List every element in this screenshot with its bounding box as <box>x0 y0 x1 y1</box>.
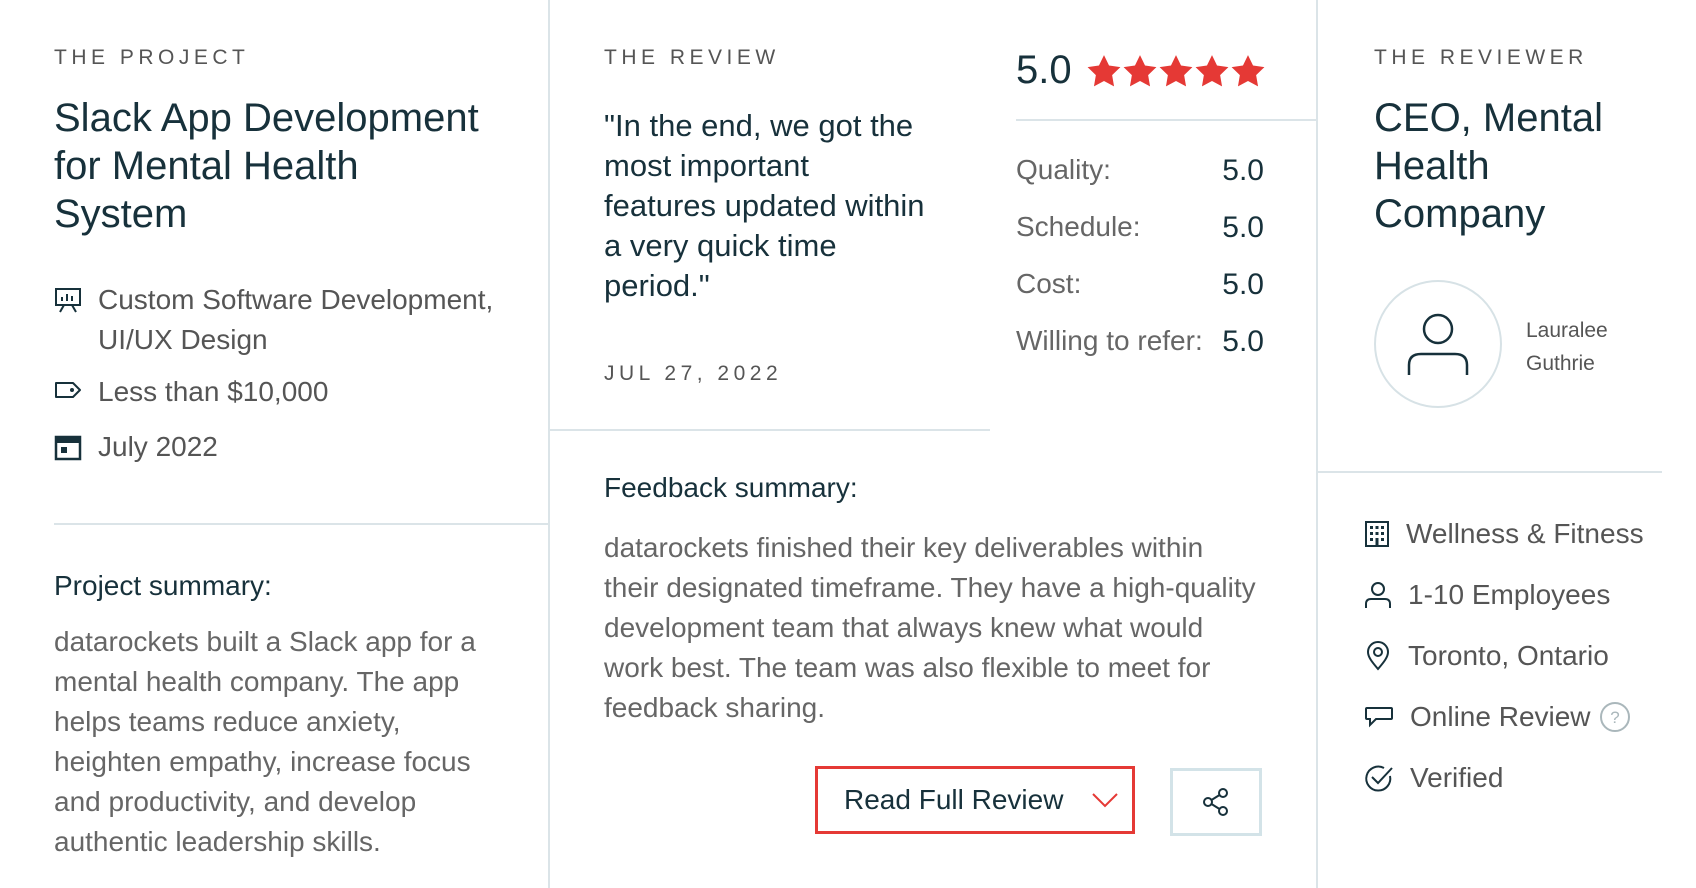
summary-line: heighten empathy, increase focus <box>54 746 471 777</box>
feedback-line: work best. The team was also flexible to… <box>604 652 1211 683</box>
divider-review-right <box>1016 119 1316 121</box>
quote-line: most important <box>604 148 810 183</box>
quote-line: period." <box>604 268 710 303</box>
share-button[interactable] <box>1170 768 1262 836</box>
chat-bubble-icon <box>1365 707 1393 728</box>
services-text: Custom Software Development, UI/UX Desig… <box>98 280 493 360</box>
star-icon <box>1159 54 1193 86</box>
star-icon <box>1195 54 1229 86</box>
presentation-icon <box>55 288 81 313</box>
person-avatar-icon <box>1407 313 1469 375</box>
reviewer-title-line: CEO, Mental <box>1374 96 1603 140</box>
summary-line: mental health company. The app <box>54 666 460 697</box>
project-eyebrow: THE PROJECT <box>54 46 250 69</box>
divider-vertical-2 <box>1316 0 1318 888</box>
avatar <box>1374 280 1502 408</box>
reviewer-name-line: Lauralee <box>1526 319 1608 342</box>
rating-value: 5.0 <box>1222 325 1264 358</box>
building-icon <box>1365 521 1389 547</box>
review-quote: "In the end, we got the most important f… <box>604 106 994 306</box>
summary-line: authentic leadership skills. <box>54 826 381 857</box>
overall-score: 5.0 <box>1016 48 1072 92</box>
svg-text:?: ? <box>1610 708 1619 727</box>
rating-quality: Quality: 5.0 <box>1016 154 1266 187</box>
industry-text: Wellness & Fitness <box>1406 518 1644 549</box>
reviewer-title-line: Company <box>1374 192 1546 236</box>
employees-text: 1-10 Employees <box>1408 579 1611 610</box>
reviewer-name: Lauralee Guthrie <box>1526 314 1608 380</box>
check-circle-icon <box>1365 765 1393 792</box>
feedback-line: development team that always knew what w… <box>604 612 1204 643</box>
reviewer-title: CEO, Mental Health Company <box>1374 94 1674 238</box>
feedback-line: datarockets finished their key deliverab… <box>604 532 1204 563</box>
calendar-icon <box>54 435 82 461</box>
rating-label: Cost: <box>1016 268 1082 299</box>
tag-icon <box>55 382 81 398</box>
quote-line: "In the end, we got the <box>604 108 914 143</box>
project-title-line: System <box>54 192 188 236</box>
project-date: July 2022 <box>54 427 218 467</box>
reviewer-industry: Wellness & Fitness <box>1364 518 1644 550</box>
reviewer-location: Toronto, Ontario <box>1364 640 1609 672</box>
project-services: Custom Software Development, UI/UX Desig… <box>54 280 493 360</box>
quote-line: features updated within <box>604 188 925 223</box>
review-type-text: Online Review <box>1410 701 1591 732</box>
divider-vertical-1 <box>548 0 550 888</box>
rating-value: 5.0 <box>1222 268 1264 301</box>
summary-line: helps teams reduce anxiety, <box>54 706 401 737</box>
rating-value: 5.0 <box>1222 211 1264 244</box>
location-text: Toronto, Ontario <box>1408 640 1609 671</box>
feedback-line: their designated timeframe. They have a … <box>604 572 1256 603</box>
divider-reviewer <box>1318 471 1662 473</box>
rating-label: Quality: <box>1016 154 1111 185</box>
overall-rating: 5.0 <box>1016 48 1266 93</box>
divider-project <box>54 523 548 525</box>
reviewer-title-line: Health <box>1374 144 1490 188</box>
review-eyebrow: THE REVIEW <box>604 46 780 69</box>
reviewer-review-type: Online Review ? <box>1364 701 1631 733</box>
read-full-review-label: Read Full Review <box>844 784 1064 815</box>
reviewer-employees: 1-10 Employees <box>1364 579 1610 611</box>
project-title-line: for Mental Health <box>54 144 359 188</box>
rating-value: 5.0 <box>1222 154 1264 187</box>
person-icon <box>1365 582 1391 608</box>
rating-label: Schedule: <box>1016 211 1141 242</box>
feedback-summary: datarockets finished their key deliverab… <box>604 528 1284 728</box>
services-line: UI/UX Design <box>98 324 268 355</box>
summary-line: and productivity, and develop <box>54 786 417 817</box>
reviewer-verified: Verified <box>1364 762 1503 794</box>
help-icon[interactable]: ? <box>1599 701 1631 733</box>
services-line: Custom Software Development, <box>98 284 494 315</box>
project-title-line: Slack App Development <box>54 96 479 140</box>
share-icon <box>1203 788 1228 816</box>
read-full-review-button[interactable]: Read Full Review <box>815 766 1135 834</box>
project-budget: Less than $10,000 <box>54 372 328 412</box>
verified-text: Verified <box>1410 762 1504 793</box>
divider-review-left <box>550 429 990 431</box>
star-icon <box>1087 54 1121 86</box>
rating-schedule: Schedule: 5.0 <box>1016 211 1266 244</box>
project-summary: datarockets built a Slack app for a ment… <box>54 622 534 862</box>
project-summary-heading: Project summary: <box>54 570 272 601</box>
reviewer-eyebrow: THE REVIEWER <box>1374 46 1588 69</box>
star-rating <box>1086 54 1266 88</box>
quote-line: a very quick time <box>604 228 837 263</box>
budget-text: Less than $10,000 <box>98 376 329 407</box>
chevron-down-icon <box>1092 793 1119 808</box>
feedback-line: feedback sharing. <box>604 692 826 723</box>
reviewer-name-line: Guthrie <box>1526 352 1595 375</box>
feedback-heading: Feedback summary: <box>604 472 858 503</box>
rating-willing-to-refer: Willing to refer: 5.0 <box>1016 325 1266 358</box>
rating-cost: Cost: 5.0 <box>1016 268 1266 301</box>
star-icon <box>1123 54 1157 86</box>
review-date: JUL 27, 2022 <box>604 362 783 385</box>
date-text: July 2022 <box>98 431 218 462</box>
summary-line: datarockets built a Slack app for a <box>54 626 476 657</box>
location-pin-icon <box>1366 641 1390 671</box>
star-icon <box>1231 54 1265 86</box>
rating-label: Willing to refer: <box>1016 325 1203 356</box>
project-title: Slack App Development for Mental Health … <box>54 94 524 238</box>
